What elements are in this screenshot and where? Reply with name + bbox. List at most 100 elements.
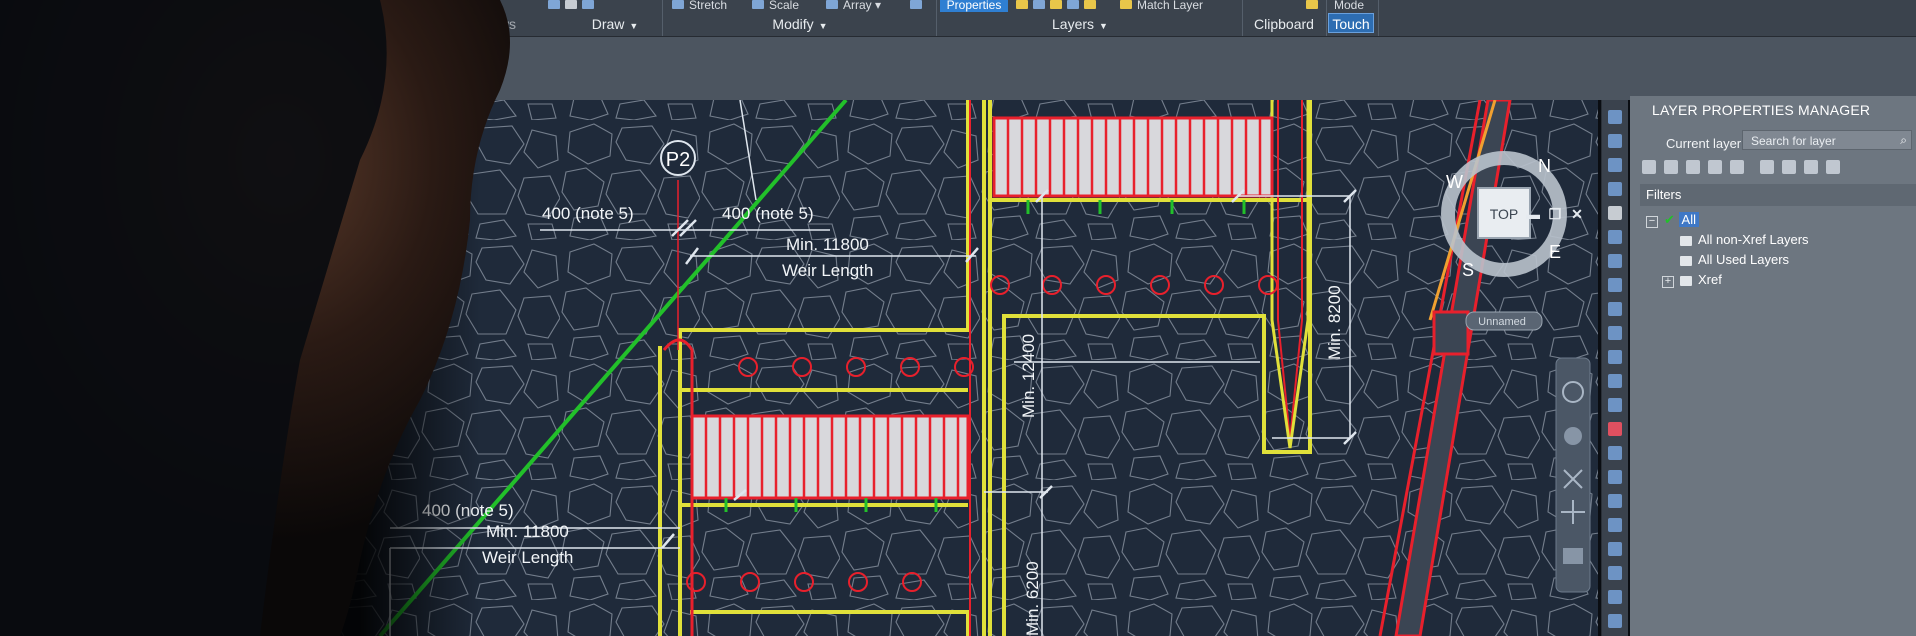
divider <box>662 0 663 36</box>
tool-icon[interactable] <box>1608 542 1622 556</box>
new-layer-icon[interactable] <box>1760 160 1774 174</box>
layer-icon[interactable] <box>1730 160 1744 174</box>
expand-icon[interactable]: + <box>1662 276 1674 288</box>
divider <box>1326 0 1327 36</box>
tool-icon[interactable] <box>1608 278 1622 292</box>
compass-e[interactable]: E <box>1549 242 1561 262</box>
compass-n[interactable]: N <box>1538 156 1551 176</box>
layer-search-input[interactable]: Search for layer ⌕ <box>1742 130 1912 150</box>
tool-icon[interactable] <box>1608 326 1622 340</box>
match-layer-icon <box>1120 0 1132 9</box>
close-icon[interactable]: ✕ <box>1568 206 1586 223</box>
panel-modify[interactable]: Modify ▼ <box>740 15 860 33</box>
tool-icon[interactable] <box>1608 470 1622 484</box>
partial-panel-label: iews <box>488 16 517 32</box>
drawing-svg[interactable]: P2 400 (note 5) 400 (note 5) Min. 11800 … <box>0 100 1598 636</box>
panel-layers[interactable]: Layers ▼ <box>1020 15 1140 33</box>
globe-icon[interactable] <box>1608 254 1622 268</box>
match-layer-label: Match Layer <box>1137 0 1204 12</box>
tool-icon[interactable] <box>1608 590 1622 604</box>
properties-button[interactable]: Properties <box>940 0 1008 12</box>
showmotion-icon[interactable] <box>1563 548 1583 564</box>
panel-clipboard-label: Clipboard <box>1254 16 1314 32</box>
layer-icon[interactable] <box>1708 160 1722 174</box>
stretch-icon <box>672 0 684 9</box>
array-icon <box>826 0 838 9</box>
paste-button[interactable] <box>1306 0 1323 12</box>
tool-icon[interactable] <box>1608 134 1622 148</box>
filter-icon <box>1680 255 1692 266</box>
dim-label-vert-8200: Min. 8200 <box>1325 285 1344 360</box>
globe-icon[interactable] <box>1608 230 1622 244</box>
divider <box>1242 0 1243 36</box>
new-group-filter-icon[interactable] <box>1664 160 1678 174</box>
divider <box>936 0 937 36</box>
tool-icon[interactable] <box>1608 446 1622 460</box>
tool-icon[interactable] <box>1608 566 1622 580</box>
tool-icon[interactable] <box>1608 374 1622 388</box>
panel-clipboard[interactable]: Clipboard <box>1244 15 1324 33</box>
dim-label-weir-top: Weir Length <box>782 261 873 280</box>
tool-icon[interactable] <box>1608 182 1622 196</box>
dim-label-vert-6200: Min. 6200 <box>1023 561 1042 636</box>
delete-layer-icon[interactable] <box>1804 160 1818 174</box>
modify-misc-icon[interactable] <box>910 0 927 12</box>
new-property-filter-icon[interactable] <box>1642 160 1656 174</box>
tool-icon[interactable] <box>1608 302 1622 316</box>
tool-icon[interactable] <box>1608 614 1622 628</box>
panel-layers-label: Layers <box>1052 16 1095 32</box>
panel-draw[interactable]: Draw ▼ <box>560 15 670 33</box>
compass-w[interactable]: W <box>1446 172 1463 192</box>
layer-tools[interactable] <box>1016 0 1101 12</box>
ribbon: iews Draw ▼ Stretch Scale Array ▾ Modify ▼… <box>0 0 1916 37</box>
scale-label: Scale <box>769 0 800 12</box>
layer-toolbar[interactable] <box>1640 160 1916 176</box>
set-current-icon[interactable] <box>1826 160 1840 174</box>
tool-icon[interactable] <box>1608 518 1622 532</box>
dim-label-note-right: 400 (note 5) <box>722 204 814 223</box>
filter-icon <box>1680 235 1692 246</box>
match-layer-button[interactable]: Match Layer <box>1120 0 1203 12</box>
navigation-bar[interactable] <box>1555 357 1591 593</box>
tool-icon[interactable] <box>1608 158 1622 172</box>
mode-button[interactable]: Mode <box>1334 0 1364 12</box>
dim-label-note-left: 400 (note 5) <box>542 204 634 223</box>
chevron-down-icon: ▼ <box>629 21 639 31</box>
minimize-icon[interactable]: ▬ <box>1524 206 1542 222</box>
chevron-down-icon: ▼ <box>818 21 828 31</box>
ucs-menu[interactable]: Unnamed <box>1478 316 1526 328</box>
filter-xref[interactable]: Xref <box>1680 272 1722 288</box>
drawing-canvas[interactable]: P2 400 (note 5) 400 (note 5) Min. 11800 … <box>0 100 1598 636</box>
filter-non-xref[interactable]: All non-Xref Layers <box>1680 232 1809 248</box>
array-button[interactable]: Array ▾ <box>826 0 881 12</box>
tool-icon[interactable] <box>1608 422 1622 436</box>
filter-all[interactable]: ✔ All <box>1664 212 1699 228</box>
tool-icon[interactable] <box>1608 350 1622 364</box>
tool-icon[interactable] <box>1608 206 1622 220</box>
search-icon[interactable]: ⌕ <box>1900 133 1907 148</box>
compass-s[interactable]: S <box>1462 260 1474 280</box>
draw-tools[interactable] <box>548 0 599 12</box>
tool-icon[interactable] <box>1608 494 1622 508</box>
restore-icon[interactable]: ❐ <box>1546 206 1564 223</box>
touch-mode-button[interactable]: Touch <box>1328 13 1374 33</box>
scale-button[interactable]: Scale <box>752 0 799 12</box>
vertical-toolbar[interactable] <box>1601 100 1628 636</box>
grid-middle <box>690 414 970 500</box>
ribbon-bottom-strip <box>0 37 1916 100</box>
new-layer-vp-icon[interactable] <box>1782 160 1796 174</box>
viewcube-top[interactable]: TOP <box>1490 206 1519 222</box>
pan-hand-icon[interactable] <box>1564 427 1582 445</box>
current-layer-label: Current layer <box>1666 136 1742 151</box>
tool-icon[interactable] <box>1608 398 1622 412</box>
dim-label-weir-lower: Weir Length <box>482 548 573 567</box>
collapse-icon[interactable]: − <box>1646 216 1658 228</box>
stretch-button[interactable]: Stretch <box>672 0 727 12</box>
layer-search-placeholder: Search for layer <box>1751 134 1836 148</box>
filter-xref-label: Xref <box>1698 272 1722 287</box>
filter-used[interactable]: All Used Layers <box>1680 252 1789 268</box>
filter-all-label: All <box>1678 212 1699 227</box>
check-icon: ✔ <box>1664 212 1675 227</box>
layer-states-icon[interactable] <box>1686 160 1700 174</box>
select-icon[interactable] <box>1608 110 1622 124</box>
